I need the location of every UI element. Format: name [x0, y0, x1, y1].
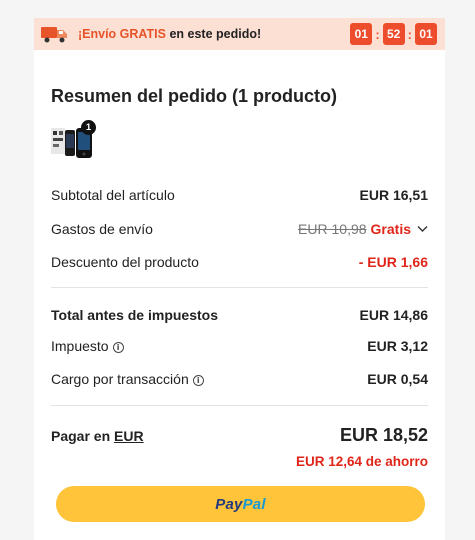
divider	[51, 287, 428, 288]
tax-label: Impuesto	[51, 338, 109, 354]
currency-link[interactable]: EUR	[114, 428, 144, 444]
pretax-row: Total antes de impuestos EUR 14,86	[51, 307, 428, 323]
pretax-value: EUR 14,86	[359, 307, 428, 323]
free-shipping-banner: ¡Envío GRATIS en este pedido! 01 : 52 : …	[34, 18, 445, 50]
chevron-down-icon[interactable]	[417, 225, 428, 233]
order-summary-card: Resumen del pedido (1 producto) 1 Subtot…	[34, 50, 445, 540]
banner-text-accent: ¡Envío GRATIS	[78, 27, 166, 41]
timer-seconds: 01	[415, 23, 437, 45]
order-summary-title: Resumen del pedido (1 producto)	[51, 86, 338, 106]
subtotal-row: Subtotal del artículo EUR 16,51	[51, 187, 428, 203]
shipping-original-price: EUR 10,98	[298, 221, 367, 237]
paypal-button[interactable]: PayPal	[56, 486, 425, 522]
fee-row: Cargo por transacción i EUR 0,54	[51, 371, 428, 387]
info-icon[interactable]: i	[192, 375, 204, 386]
shipping-label: Gastos de envío	[51, 221, 153, 237]
discount-label: Descuento del producto	[51, 254, 199, 270]
timer-separator: :	[375, 26, 380, 42]
shipping-row: Gastos de envío EUR 10,98 Gratis	[51, 221, 428, 237]
banner-text: ¡Envío GRATIS en este pedido!	[78, 27, 261, 41]
pay-in-text: Pagar en	[51, 427, 115, 444]
tax-label-group: Impuesto i	[51, 338, 124, 354]
shipping-free-label: Gratis	[370, 221, 411, 237]
tax-row: Impuesto i EUR 3,12	[51, 338, 428, 354]
fee-label: Cargo por transacción	[51, 371, 189, 387]
delivery-truck-icon	[41, 27, 67, 43]
discount-row: Descuento del producto - EUR 1,66	[51, 254, 428, 270]
subtotal-value: EUR 16,51	[359, 187, 428, 203]
savings-text: EUR 12,64 de ahorro	[295, 454, 428, 469]
product-quantity-badge: 1	[81, 120, 96, 135]
fee-label-group: Cargo por transacción i	[51, 371, 204, 387]
tax-value: EUR 3,12	[367, 338, 428, 354]
subtotal-label: Subtotal del artículo	[51, 187, 175, 203]
shipping-value-group[interactable]: EUR 10,98 Gratis	[298, 221, 428, 237]
timer-minutes: 52	[382, 23, 405, 45]
pay-in-label: Pagar en EUR	[51, 428, 144, 444]
order-total: EUR 18,52	[339, 425, 428, 445]
banner-text-rest: en este pedido!	[165, 27, 262, 41]
divider	[51, 405, 428, 406]
info-icon[interactable]: i	[112, 342, 124, 353]
paypal-logo: PayPal	[215, 496, 265, 513]
discount-value: - EUR 1,66	[358, 254, 428, 270]
pay-total-row: Pagar en EUR EUR 18,52	[51, 425, 428, 446]
pretax-label: Total antes de impuestos	[51, 307, 218, 323]
paypal-logo-part1: Pay	[215, 495, 243, 513]
paypal-logo-part2: Pal	[242, 495, 266, 513]
countdown-timer: 01 : 52 : 01	[350, 23, 437, 45]
timer-separator: :	[407, 26, 412, 42]
timer-hours: 01	[350, 23, 373, 45]
fee-value: EUR 0,54	[367, 371, 428, 387]
